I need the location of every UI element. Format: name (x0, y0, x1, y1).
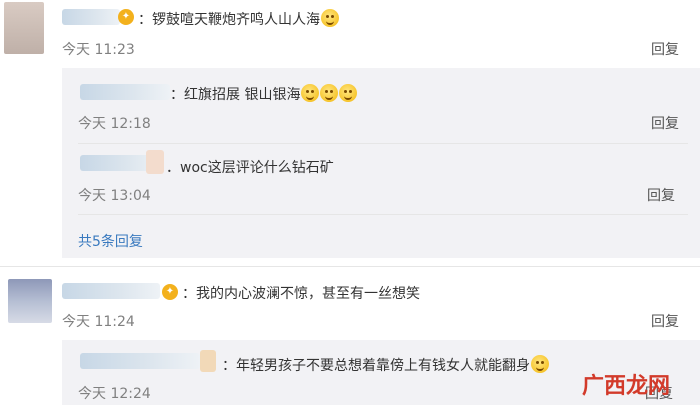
username-blurred[interactable] (80, 353, 200, 369)
site-watermark: 广西龙网 (582, 374, 671, 399)
reply-button[interactable]: 回复 (651, 311, 679, 331)
reply-text: ．woc这层评论什么钻石矿 (166, 160, 334, 176)
comment-time: 今天 11:24 (62, 314, 135, 330)
vip-badge-icon: ✦ (162, 284, 178, 300)
comment-text: ：锣鼓喧天鞭炮齐鸣人山人海 (138, 9, 339, 29)
reply-time: 今天 12:18 (78, 116, 151, 132)
reply-button[interactable]: 回复 (647, 185, 675, 205)
avatar[interactable] (200, 350, 216, 372)
comment-time: 今天 11:23 (62, 42, 135, 58)
reply-text: ：年轻男孩子不要总想着靠傍上有钱女人就能翻身 (222, 355, 549, 375)
reply-time: 今天 13:04 (78, 188, 151, 204)
username-blurred[interactable] (80, 84, 170, 100)
divider (0, 266, 700, 267)
reply-button[interactable]: 回复 (651, 39, 679, 59)
reply-time: 今天 12:24 (78, 386, 151, 402)
reply-button[interactable]: 回复 (651, 113, 679, 133)
divider (78, 214, 688, 215)
username-blurred[interactable] (62, 9, 120, 25)
view-more-replies-link[interactable]: 共5条回复 (78, 231, 143, 251)
doge-emoji-icon (301, 84, 320, 102)
vip-badge-icon: ✦ (118, 9, 134, 25)
doge-emoji-icon (320, 84, 339, 102)
avatar[interactable] (8, 279, 52, 323)
doge-emoji-icon (339, 84, 358, 102)
doge-emoji-icon (321, 9, 339, 27)
username-blurred[interactable] (62, 283, 160, 299)
divider (78, 143, 688, 144)
avatar[interactable] (146, 150, 164, 174)
avatar[interactable] (4, 2, 44, 54)
reply-text: ：红旗招展 银山银海 (170, 84, 358, 104)
doge-emoji-icon (531, 355, 549, 373)
comment-text: ：我的内心波澜不惊，甚至有一丝想笑 (182, 286, 420, 302)
